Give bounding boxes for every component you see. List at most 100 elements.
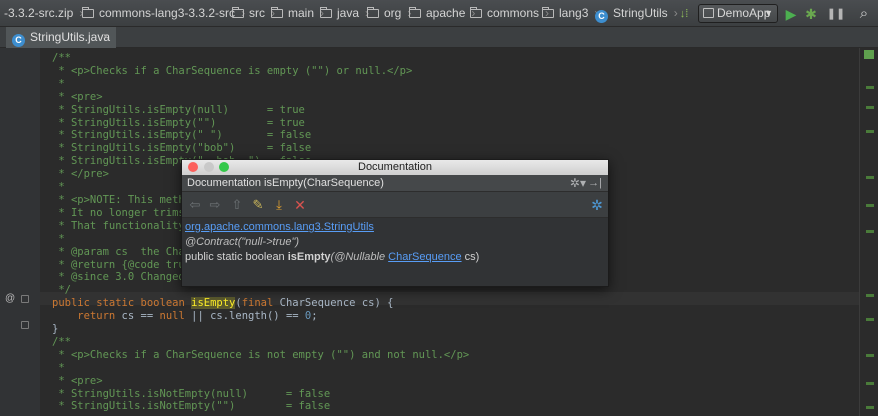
settings-icon[interactable]: ✲ bbox=[588, 195, 606, 215]
code-line[interactable]: public static boolean isEmpty(final Char… bbox=[52, 297, 469, 310]
sort-icon[interactable]: ↓⁞ bbox=[674, 4, 694, 24]
breadcrumb-zip[interactable]: -3.3.2-src.zip › bbox=[4, 0, 83, 26]
code-line[interactable]: * bbox=[52, 362, 469, 375]
close-window-icon[interactable] bbox=[188, 162, 198, 172]
code-line[interactable]: * <p>Checks if a CharSequence is not emp… bbox=[52, 349, 469, 362]
code-line[interactable]: * StringUtils.isNotEmpty("") = false bbox=[52, 400, 469, 413]
breadcrumb-label: StringUtils bbox=[613, 6, 668, 20]
fold-icon[interactable] bbox=[21, 295, 29, 303]
stripe-mark[interactable] bbox=[866, 130, 874, 133]
stripe-mark[interactable] bbox=[866, 294, 874, 297]
stripe-mark[interactable] bbox=[866, 318, 874, 321]
documentation-body: org.apache.commons.lang3.StringUtils @Co… bbox=[182, 218, 608, 267]
documentation-header: Documentation isEmpty(CharSequence) ✲▾ →… bbox=[182, 175, 608, 192]
code-line[interactable]: * StringUtils.isEmpty("bob") = false bbox=[52, 142, 469, 155]
breadcrumb-label: lang3 bbox=[559, 6, 589, 20]
pin-icon[interactable]: →| bbox=[588, 175, 602, 192]
run-icon[interactable]: ▶ bbox=[781, 4, 801, 24]
documentation-popup: Documentation Documentation isEmpty(Char… bbox=[181, 159, 609, 287]
code-line[interactable]: } bbox=[52, 323, 469, 336]
back-icon[interactable]: ⇦ bbox=[186, 195, 204, 215]
param-suffix: cs) bbox=[461, 251, 480, 263]
folder-icon bbox=[320, 7, 332, 18]
documentation-toolbar: ⇦ ⇨ ⇧ ✎ ⤓ ✕ ✲ bbox=[182, 192, 608, 218]
breadcrumb-label: java bbox=[337, 6, 360, 20]
breadcrumb-stringutils[interactable]: C StringUtils › bbox=[595, 0, 678, 26]
signature-prefix: public static boolean bbox=[185, 251, 288, 263]
folder-icon bbox=[271, 7, 283, 18]
folder-icon bbox=[409, 7, 421, 18]
breadcrumb-label: src bbox=[249, 6, 265, 20]
class-link[interactable]: org.apache.commons.lang3.StringUtils bbox=[185, 221, 374, 233]
code-line[interactable]: * <p>Checks if a CharSequence is empty (… bbox=[52, 65, 469, 78]
pause-icon[interactable]: ❚❚ bbox=[826, 4, 846, 24]
breadcrumb-label: apache bbox=[426, 6, 466, 20]
code-line[interactable]: * <pre> bbox=[52, 91, 469, 104]
folder-icon bbox=[367, 7, 379, 18]
code-line[interactable]: * StringUtils.isNotEmpty(null) = false bbox=[52, 388, 469, 401]
code-line[interactable]: * StringUtils.isEmpty(" ") = false bbox=[52, 129, 469, 142]
param-annotation: (@Nullable bbox=[330, 251, 389, 263]
breadcrumb-java[interactable]: java › bbox=[320, 0, 369, 26]
tab-label: StringUtils.java bbox=[30, 30, 111, 44]
gear-icon[interactable]: ✲▾ bbox=[570, 175, 586, 192]
folder-icon bbox=[82, 7, 94, 18]
external-doc-icon[interactable]: ⤓ bbox=[270, 195, 288, 215]
chevron-down-icon: ▼ bbox=[764, 8, 773, 18]
breadcrumb-src[interactable]: src › bbox=[232, 0, 275, 26]
tab-stringutils-java[interactable]: C StringUtils.java × bbox=[6, 27, 116, 48]
status-ok-icon[interactable] bbox=[864, 50, 874, 59]
stripe-mark[interactable] bbox=[866, 106, 874, 109]
breadcrumb-label: main bbox=[288, 6, 315, 20]
code-line[interactable]: * StringUtils.isEmpty(null) = true bbox=[52, 104, 469, 117]
folder-icon bbox=[470, 7, 482, 18]
stripe-mark[interactable] bbox=[866, 176, 874, 179]
class-icon: C bbox=[595, 10, 608, 23]
code-line[interactable]: * StringUtils.isEmpty("") = true bbox=[52, 117, 469, 130]
code-line[interactable]: /** bbox=[52, 52, 469, 65]
documentation-header-label: Documentation isEmpty(CharSequence) bbox=[187, 177, 384, 189]
close-icon[interactable]: ✕ bbox=[291, 195, 309, 215]
breadcrumb-lang3[interactable]: lang3› bbox=[542, 0, 598, 26]
stripe-mark[interactable] bbox=[866, 354, 874, 357]
fold-icon[interactable] bbox=[21, 321, 29, 329]
override-marker-icon[interactable]: @ bbox=[5, 293, 15, 304]
error-stripe bbox=[860, 48, 878, 416]
run-configuration-label: DemoApp bbox=[717, 6, 771, 20]
breadcrumb-org[interactable]: org › bbox=[367, 0, 411, 26]
stripe-mark[interactable] bbox=[866, 204, 874, 207]
breadcrumb-label: org bbox=[384, 6, 402, 20]
folder-icon bbox=[232, 7, 244, 18]
class-icon: C bbox=[12, 34, 25, 47]
debug-icon[interactable]: ✱ bbox=[801, 4, 821, 24]
zoom-window-icon[interactable] bbox=[219, 162, 229, 172]
navigation-bar: -3.3.2-src.zip › commons-lang3-3.3.2-src ›… bbox=[0, 0, 878, 27]
popup-title-bar[interactable]: Documentation bbox=[182, 160, 608, 175]
up-icon[interactable]: ⇧ bbox=[228, 195, 246, 215]
breadcrumb-commons[interactable]: commons › bbox=[470, 0, 549, 26]
stripe-mark[interactable] bbox=[866, 406, 874, 409]
editor-tab-bar: C StringUtils.java × bbox=[0, 27, 878, 48]
code-line[interactable]: * <pre> bbox=[52, 375, 469, 388]
forward-icon[interactable]: ⇨ bbox=[206, 195, 224, 215]
folder-icon bbox=[542, 7, 554, 18]
code-line[interactable]: * bbox=[52, 78, 469, 91]
breadcrumb-project-folder[interactable]: commons-lang3-3.3.2-src › bbox=[82, 0, 245, 26]
search-icon[interactable]: ⌕ bbox=[854, 4, 874, 24]
minimize-window-icon[interactable] bbox=[204, 162, 214, 172]
method-name: isEmpty bbox=[287, 251, 331, 263]
run-configuration-select[interactable]: DemoApp ▼ bbox=[698, 4, 778, 23]
contract-annotation: @Contract("null->true") bbox=[185, 236, 300, 248]
code-line[interactable]: /** bbox=[52, 336, 469, 349]
breadcrumb-main[interactable]: main › bbox=[271, 0, 324, 26]
method-signature: public static boolean isEmpty(@Nullable … bbox=[185, 250, 605, 265]
edit-source-icon[interactable]: ✎ bbox=[249, 195, 267, 215]
code-line[interactable]: return cs == null || cs.length() == 0; bbox=[52, 310, 469, 323]
param-type-link[interactable]: CharSequence bbox=[388, 251, 461, 263]
breadcrumb-apache[interactable]: apache › bbox=[409, 0, 475, 26]
stripe-mark[interactable] bbox=[866, 382, 874, 385]
breadcrumb-label: commons-lang3-3.3.2-src bbox=[99, 6, 236, 20]
stripe-mark[interactable] bbox=[866, 230, 874, 233]
stripe-mark[interactable] bbox=[866, 86, 874, 89]
close-icon[interactable]: × bbox=[103, 27, 109, 48]
